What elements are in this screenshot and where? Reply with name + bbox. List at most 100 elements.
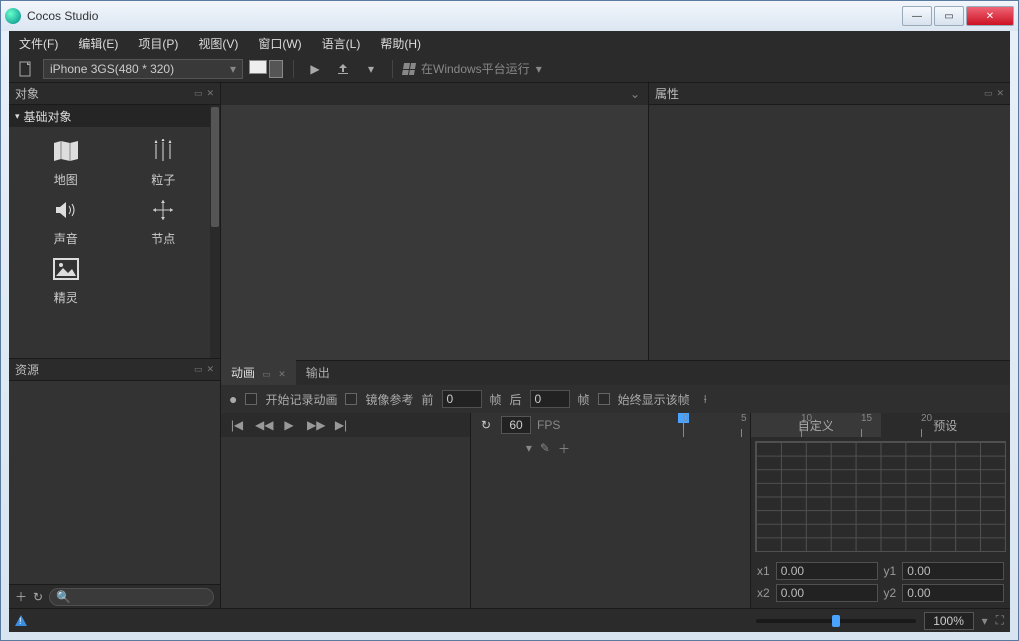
x1-input[interactable]: 0.00 bbox=[776, 562, 878, 580]
before-frames-input[interactable]: 0 bbox=[442, 390, 482, 408]
play-button[interactable]: ▶ bbox=[304, 58, 326, 80]
tab-animation[interactable]: 动画 ▭ ✕ bbox=[221, 360, 296, 385]
curve-tab-preset[interactable]: 预设 bbox=[881, 413, 1011, 437]
object-sprite[interactable]: 精灵 bbox=[17, 257, 115, 306]
menu-bar: 文件(F) 编辑(E) 项目(P) 视图(V) 窗口(W) 语言(L) 帮助(H… bbox=[9, 31, 1010, 55]
menu-file[interactable]: 文件(F) bbox=[9, 31, 68, 55]
always-show-checkbox[interactable] bbox=[598, 393, 610, 405]
resources-panel-header[interactable]: 资源 ▭ ✕ bbox=[9, 359, 220, 381]
y2-input[interactable]: 0.00 bbox=[902, 584, 1004, 602]
panel-float-icon[interactable]: ▭ bbox=[984, 88, 993, 99]
menu-project[interactable]: 项目(P) bbox=[128, 31, 188, 55]
mirror-checkbox[interactable] bbox=[345, 393, 357, 405]
add-keyframe-button[interactable]: ＋ bbox=[558, 440, 570, 457]
resources-body[interactable] bbox=[9, 381, 220, 584]
loop-button[interactable]: ↻ bbox=[477, 418, 495, 432]
zoom-percent[interactable]: 100% bbox=[924, 612, 974, 630]
tab-output[interactable]: 输出 bbox=[296, 360, 340, 385]
first-frame-button[interactable]: |◀ bbox=[229, 418, 245, 432]
menu-view[interactable]: 视图(V) bbox=[188, 31, 248, 55]
panel-close-icon[interactable]: ✕ bbox=[206, 364, 214, 375]
scrollbar-thumb[interactable] bbox=[211, 107, 219, 227]
animation-tree[interactable] bbox=[221, 437, 470, 608]
mirror-label: 镜像参考 bbox=[365, 391, 413, 408]
objects-panel-header[interactable]: 对象 ▭ ✕ bbox=[9, 83, 220, 105]
menu-window[interactable]: 窗口(W) bbox=[248, 31, 311, 55]
maximize-button[interactable]: ▭ bbox=[934, 6, 964, 26]
window-title: Cocos Studio bbox=[27, 9, 902, 23]
next-frame-button[interactable]: ▶▶ bbox=[307, 418, 323, 432]
canvas-dropdown-icon[interactable]: ⌄ bbox=[630, 87, 640, 101]
add-resource-button[interactable]: ＋ bbox=[15, 588, 27, 605]
y1-label: y1 bbox=[884, 564, 897, 578]
warning-icon[interactable] bbox=[15, 615, 27, 626]
run-platform-label[interactable]: 在Windows平台运行 bbox=[421, 60, 530, 77]
curve-editor[interactable] bbox=[755, 441, 1006, 552]
sprite-icon bbox=[52, 257, 80, 281]
tab-float-icon[interactable]: ▭ bbox=[262, 369, 271, 379]
device-select[interactable]: iPhone 3GS(480 * 320) bbox=[43, 59, 243, 79]
zoom-slider-thumb[interactable] bbox=[832, 615, 840, 627]
object-map[interactable]: 地图 bbox=[17, 139, 115, 188]
map-icon bbox=[52, 139, 80, 163]
status-bar: 100% ▾ ⛶ bbox=[9, 608, 1010, 632]
timeline-ruler[interactable]: 0 5 10 15 20 bbox=[681, 413, 750, 437]
properties-panel-header[interactable]: 属性 ▭ ✕ bbox=[649, 83, 1010, 105]
refresh-resource-button[interactable]: ↻ bbox=[33, 590, 43, 604]
sound-icon bbox=[52, 198, 80, 222]
new-file-button[interactable] bbox=[15, 58, 37, 80]
menu-language[interactable]: 语言(L) bbox=[312, 31, 371, 55]
properties-body[interactable] bbox=[649, 105, 1010, 360]
always-show-label: 始终显示该帧 bbox=[618, 391, 690, 408]
resources-panel-title: 资源 bbox=[15, 361, 39, 378]
play-anim-button[interactable]: ▶ bbox=[281, 418, 297, 432]
after-label: 后 bbox=[510, 391, 522, 408]
prev-frame-button[interactable]: ◀◀ bbox=[255, 418, 271, 432]
publish-button[interactable] bbox=[332, 58, 354, 80]
record-checkbox[interactable] bbox=[245, 393, 257, 405]
zoom-dropdown-icon[interactable]: ▾ bbox=[982, 614, 988, 628]
last-frame-button[interactable]: ▶| bbox=[333, 418, 349, 432]
fps-input[interactable]: 60 bbox=[501, 416, 531, 434]
publish-dropdown[interactable]: ▾ bbox=[360, 58, 382, 80]
fit-screen-icon[interactable]: ⛶ bbox=[996, 613, 1004, 628]
tab-close-icon[interactable]: ✕ bbox=[278, 369, 286, 379]
resource-search-input[interactable]: 🔍 bbox=[49, 588, 214, 606]
record-label: 开始记录动画 bbox=[265, 391, 337, 408]
object-particle[interactable]: 粒子 bbox=[115, 139, 213, 188]
after-frames-input[interactable]: 0 bbox=[530, 390, 570, 408]
basic-objects-category[interactable]: 基础对象 bbox=[9, 105, 220, 127]
panel-close-icon[interactable]: ✕ bbox=[996, 88, 1004, 99]
app-icon bbox=[5, 8, 21, 24]
panel-close-icon[interactable]: ✕ bbox=[206, 88, 214, 99]
x2-input[interactable]: 0.00 bbox=[776, 584, 878, 602]
object-node[interactable]: 节点 bbox=[115, 198, 213, 247]
pencil-icon[interactable]: ✎ bbox=[540, 441, 550, 455]
panel-float-icon[interactable]: ▭ bbox=[194, 364, 203, 375]
landscape-button[interactable] bbox=[249, 60, 267, 74]
fps-label: FPS bbox=[537, 418, 560, 432]
canvas-viewport[interactable] bbox=[221, 105, 648, 360]
windows-icon bbox=[402, 63, 416, 75]
record-indicator-icon[interactable]: ● bbox=[229, 391, 237, 407]
canvas-header: ⌄ bbox=[221, 83, 648, 105]
close-button[interactable]: ✕ bbox=[966, 6, 1014, 26]
properties-panel-title: 属性 bbox=[655, 85, 679, 102]
portrait-button[interactable] bbox=[269, 60, 283, 78]
window-titlebar[interactable]: Cocos Studio — ▭ ✕ bbox=[1, 1, 1018, 31]
minimize-button[interactable]: — bbox=[902, 6, 932, 26]
device-select-value: iPhone 3GS(480 * 320) bbox=[50, 62, 174, 76]
run-platform-dropdown[interactable]: ▾ bbox=[536, 62, 542, 76]
object-sound[interactable]: 声音 bbox=[17, 198, 115, 247]
zoom-slider[interactable] bbox=[756, 619, 916, 623]
menu-edit[interactable]: 编辑(E) bbox=[68, 31, 128, 55]
snap-icon[interactable]: ⟊ bbox=[704, 392, 707, 407]
objects-scrollbar[interactable] bbox=[210, 105, 220, 358]
objects-panel-title: 对象 bbox=[15, 85, 39, 102]
y2-label: y2 bbox=[884, 586, 897, 600]
menu-help[interactable]: 帮助(H) bbox=[370, 31, 431, 55]
curve-dropdown-icon[interactable]: ▾ bbox=[526, 441, 532, 455]
search-icon: 🔍 bbox=[56, 590, 71, 604]
panel-float-icon[interactable]: ▭ bbox=[194, 88, 203, 99]
y1-input[interactable]: 0.00 bbox=[902, 562, 1004, 580]
